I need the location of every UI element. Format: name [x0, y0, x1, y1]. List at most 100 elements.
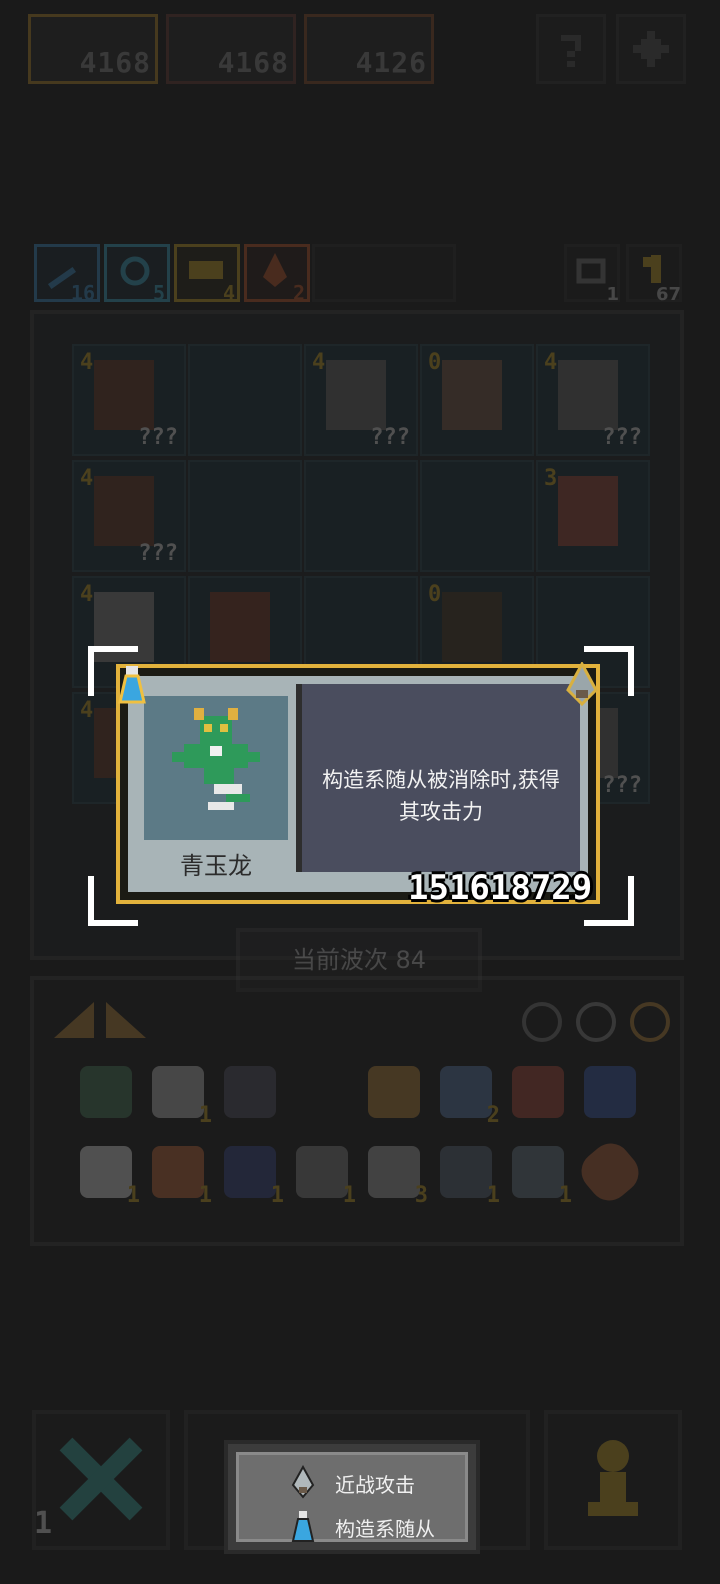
inventory-item[interactable] — [80, 1066, 132, 1118]
unit-level: 4 — [80, 582, 94, 607]
legend-label: 近战攻击 — [335, 1472, 415, 1497]
unit-sprite — [558, 360, 618, 430]
legend-label: 构造系随从 — [335, 1516, 435, 1541]
board-cell[interactable]: 4??? — [536, 344, 650, 456]
item-count: 1 — [270, 1183, 284, 1208]
gear-icon — [633, 31, 669, 67]
legend-body: 近战攻击 构造系随从 — [236, 1452, 468, 1542]
filter-icon[interactable] — [522, 1002, 562, 1042]
key-counter[interactable]: 67 — [626, 244, 682, 305]
inventory-item[interactable] — [512, 1066, 564, 1118]
item-count: 1 — [198, 1103, 212, 1128]
unit-level: 3 — [544, 466, 558, 491]
unit-level: 4 — [312, 350, 326, 375]
key-count: 67 — [655, 284, 681, 305]
tab-shape-icon[interactable] — [54, 1002, 94, 1038]
stat-gold: 4 — [174, 244, 240, 305]
board-cell[interactable] — [188, 344, 302, 456]
unit-description: 构造系随从被消除时,获得其攻击力 — [322, 768, 560, 824]
inventory-item[interactable] — [296, 1066, 348, 1118]
pawn-icon — [588, 1440, 638, 1516]
filter-icon[interactable] — [576, 1002, 616, 1042]
inventory-item[interactable]: 2 — [440, 1066, 500, 1128]
flask-icon — [110, 662, 154, 706]
stat-magic: 5 — [104, 244, 170, 305]
inventory-item[interactable]: 1 — [512, 1146, 572, 1208]
inventory-item[interactable]: 1 — [152, 1146, 212, 1208]
unit-tag: ??? — [138, 425, 178, 450]
help-icon — [561, 35, 581, 67]
unit-button[interactable] — [544, 1410, 682, 1550]
unit-level: 0 — [428, 350, 442, 375]
board-cell[interactable]: 3 — [536, 460, 650, 572]
player-score: 4168 — [79, 46, 151, 79]
inventory-item[interactable] — [584, 1066, 636, 1118]
inventory-item[interactable]: 1 — [80, 1146, 140, 1208]
stat-value: 4 — [222, 281, 235, 305]
filter-icon[interactable] — [630, 1002, 670, 1042]
discard-button[interactable] — [32, 1410, 170, 1550]
unit-sprite — [210, 592, 270, 662]
melee-icon — [291, 1465, 315, 1499]
player-score: 4126 — [355, 46, 427, 79]
unit-sprite — [326, 360, 386, 430]
help-button[interactable] — [536, 14, 606, 84]
item-count: 1 — [486, 1183, 500, 1208]
item-count: 3 — [414, 1183, 428, 1208]
flask-icon — [291, 1511, 315, 1542]
refresh-counter[interactable]: 1 — [564, 244, 620, 305]
board-cell[interactable]: 4??? — [304, 344, 418, 456]
board-cell[interactable] — [188, 460, 302, 572]
item-count: 1 — [558, 1183, 572, 1208]
unit-level: 4 — [80, 350, 94, 375]
stat-value: 2 — [292, 281, 305, 305]
inventory-panel: 1 2 1 1 1 1 3 1 1 — [30, 976, 684, 1246]
inventory-item[interactable]: 1 — [152, 1066, 212, 1128]
unit-tag: ??? — [602, 773, 642, 798]
inventory-item[interactable]: 1 — [296, 1146, 356, 1208]
board-cell[interactable]: 0 — [420, 344, 534, 456]
discard-count: 1 — [34, 1506, 53, 1541]
type-legend: 近战攻击 构造系随从 — [224, 1440, 480, 1554]
unit-level: 0 — [428, 582, 442, 607]
unit-level: 4 — [80, 466, 94, 491]
legend-row-melee: 近战攻击 — [289, 1463, 415, 1503]
board-cell[interactable] — [304, 460, 418, 572]
board-cell[interactable]: 4??? — [72, 460, 186, 572]
player-portrait-2[interactable]: 4168 — [166, 14, 296, 84]
unit-tag: ??? — [138, 541, 178, 566]
player-portrait-1[interactable]: 4168 — [28, 14, 158, 84]
unit-attack-value: 151618729 — [408, 868, 593, 908]
unit-tag: ??? — [370, 425, 410, 450]
unit-name: 青玉龙 — [144, 844, 288, 890]
board-cell[interactable] — [420, 460, 534, 572]
unit-sprite — [94, 476, 154, 546]
settings-button[interactable] — [616, 14, 686, 84]
player-score: 4168 — [217, 46, 289, 79]
unit-tag: ??? — [602, 425, 642, 450]
unit-sprite — [442, 592, 502, 662]
board-cell[interactable]: 4??? — [72, 344, 186, 456]
card-body: 青玉龙 构造系随从被消除时,获得其攻击力 — [128, 676, 588, 892]
inventory-item[interactable]: 3 — [368, 1146, 428, 1208]
melee-icon — [562, 660, 602, 708]
unit-portrait — [144, 696, 288, 840]
inventory-item[interactable]: 1 — [440, 1146, 500, 1208]
tab-shape-icon[interactable] — [106, 1002, 146, 1038]
dragon-icon — [172, 708, 260, 810]
player-portrait-3[interactable]: 4126 — [304, 14, 434, 84]
description-panel: 构造系随从被消除时,获得其攻击力 — [296, 684, 580, 872]
inventory-item[interactable] — [368, 1066, 420, 1118]
legend-row-construct: 构造系随从 — [289, 1507, 435, 1547]
stat-value: 16 — [70, 281, 95, 305]
stat-value: 5 — [152, 281, 165, 305]
item-count: 1 — [342, 1183, 356, 1208]
inventory-item[interactable] — [573, 1135, 647, 1209]
unit-level: 4 — [544, 350, 558, 375]
inventory-item[interactable] — [224, 1066, 276, 1118]
stat-attack: 16 — [34, 244, 100, 305]
inventory-item[interactable]: 1 — [224, 1146, 284, 1208]
unit-level: 4 — [80, 698, 94, 723]
refresh-count: 1 — [606, 284, 619, 305]
unit-sprite — [442, 360, 502, 430]
